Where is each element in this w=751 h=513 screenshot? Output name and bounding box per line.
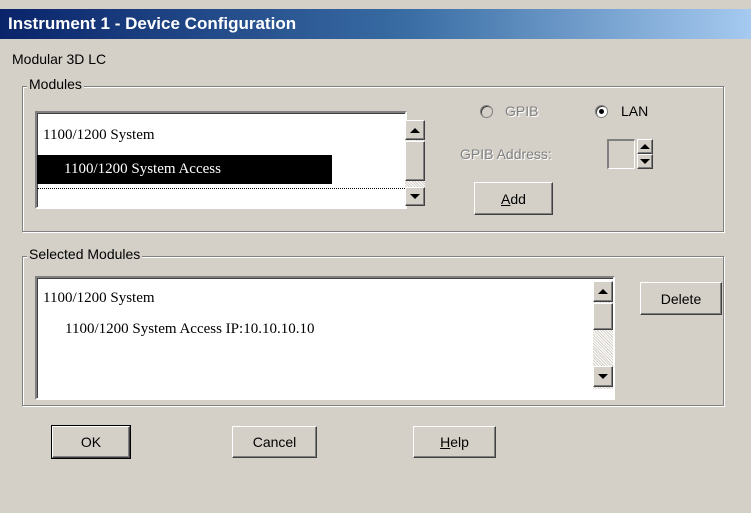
- modules-scroll-up-button[interactable]: [405, 120, 425, 140]
- down-arrow-icon: [598, 374, 608, 379]
- modules-scroll-thumb[interactable]: [405, 141, 425, 181]
- modules-list-item[interactable]: 1100/1200 System: [43, 127, 155, 144]
- focus-divider: [37, 188, 405, 189]
- help-button[interactable]: Help: [413, 426, 496, 458]
- gpib-address-label: GPIB Address:: [460, 146, 552, 162]
- ok-button[interactable]: OK: [51, 425, 131, 459]
- down-arrow-icon: [410, 194, 420, 199]
- lan-radio[interactable]: [595, 105, 608, 118]
- selected-module-item[interactable]: 1100/1200 System Access IP:10.10.10.10: [65, 321, 314, 338]
- window-title-bar[interactable]: Instrument 1 - Device Configuration: [0, 9, 751, 39]
- delete-button[interactable]: Delete: [640, 282, 722, 315]
- gpib-address-spin-down[interactable]: [637, 154, 653, 169]
- selected-modules-group-title: Selected Modules: [27, 246, 143, 262]
- modules-list-item-selected[interactable]: 1100/1200 System Access: [37, 155, 332, 184]
- modules-listbox[interactable]: 1100/1200 System 1100/1200 System Access: [35, 111, 407, 209]
- gpib-address-field[interactable]: [607, 139, 635, 169]
- selected-modules-scroll-down-button[interactable]: [593, 366, 613, 387]
- up-arrow-icon: [410, 127, 420, 133]
- selected-module-item[interactable]: 1100/1200 System: [43, 290, 155, 307]
- up-arrow-icon: [598, 289, 608, 294]
- modules-group-title: Modules: [27, 76, 84, 92]
- help-button-label: elp: [450, 434, 469, 450]
- selected-modules-scroll-up-button[interactable]: [593, 281, 613, 302]
- window-title: Instrument 1 - Device Configuration: [8, 14, 297, 33]
- selected-modules-scroll-thumb[interactable]: [593, 303, 613, 330]
- up-arrow-icon: [640, 144, 650, 149]
- add-button-label: dd: [510, 190, 526, 207]
- add-button[interactable]: Add: [474, 182, 553, 215]
- help-button-mnemonic: H: [440, 434, 451, 450]
- cancel-button[interactable]: Cancel: [232, 426, 317, 458]
- down-arrow-icon: [640, 159, 650, 164]
- gpib-radio[interactable]: [480, 105, 493, 118]
- instrument-label: Modular 3D LC: [12, 51, 107, 67]
- gpib-address-spin-up[interactable]: [637, 139, 653, 154]
- radio-selected-dot: [599, 109, 604, 114]
- selected-modules-listbox[interactable]: 1100/1200 System 1100/1200 System Access…: [35, 276, 615, 400]
- gpib-radio-label: GPIB: [505, 103, 539, 119]
- lan-radio-label: LAN: [621, 103, 649, 119]
- modules-scroll-down-button[interactable]: [405, 187, 425, 206]
- add-button-mnemonic: A: [501, 190, 511, 207]
